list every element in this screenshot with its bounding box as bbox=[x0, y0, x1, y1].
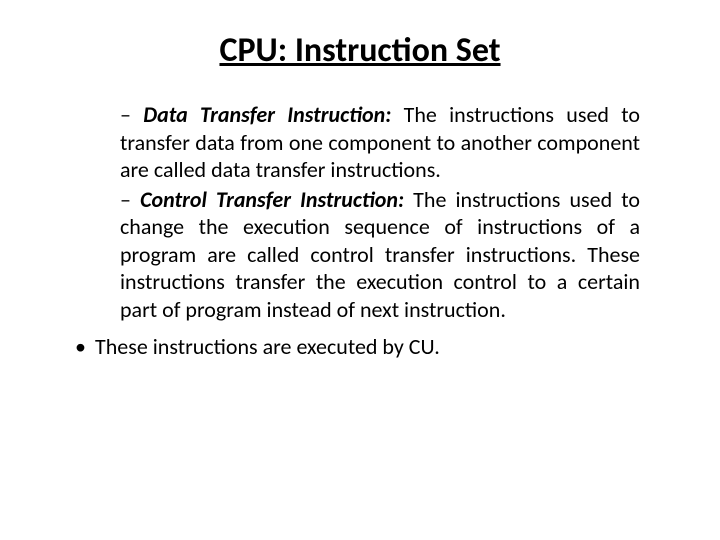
sub-heading: Data Transfer Instruction: bbox=[143, 101, 391, 128]
footer-text: These instructions are executed by CU. bbox=[95, 333, 440, 360]
sub-item: – Data Transfer Instruction: The instruc… bbox=[120, 101, 640, 184]
dash-marker: – bbox=[120, 186, 140, 213]
bullet-icon: • bbox=[75, 333, 95, 362]
main-bullet: •These instructions are executed by CU. bbox=[50, 333, 670, 362]
dash-marker: – bbox=[120, 101, 143, 128]
sub-list: – Data Transfer Instruction: The instruc… bbox=[50, 101, 670, 323]
sub-item: – Control Transfer Instruction: The inst… bbox=[120, 186, 640, 324]
sub-heading: Control Transfer Instruction: bbox=[140, 186, 404, 213]
page-title: CPU: Instruction Set bbox=[50, 30, 670, 71]
